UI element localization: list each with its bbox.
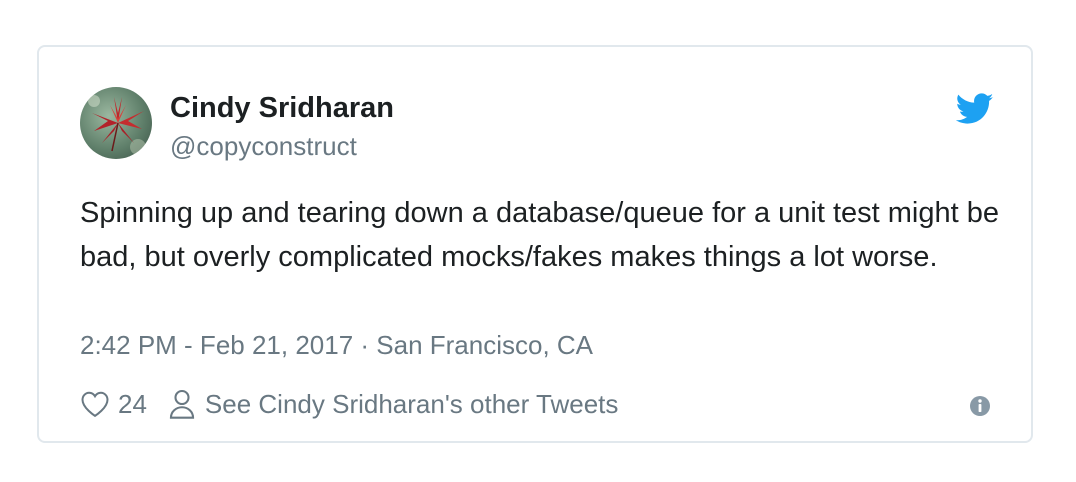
tweet-timestamp[interactable]: 2:42 PM - Feb 21, 2017 · San Francisco, … (80, 329, 593, 361)
twitter-bird-icon[interactable] (955, 93, 994, 125)
heart-icon (81, 391, 109, 418)
other-tweets-link[interactable]: See Cindy Sridharan's other Tweets (169, 388, 619, 420)
tweet-card: Cindy Sridharan @copyconstruct Spinning … (37, 45, 1033, 443)
tweet-text: Spinning up and tearing down a database/… (80, 197, 999, 273)
like-button[interactable]: 24 (80, 389, 147, 420)
author-name[interactable]: Cindy Sridharan (170, 91, 394, 125)
other-tweets-label: See Cindy Sridharan's other Tweets (204, 388, 619, 419)
person-icon (169, 389, 195, 419)
info-icon[interactable] (969, 395, 991, 417)
author-handle[interactable]: @copyconstruct (170, 130, 357, 162)
author-avatar[interactable] (80, 87, 152, 159)
tweet-actions: 24 See Cindy Sridharan's other Tweets (80, 387, 618, 421)
like-count: 24 (118, 388, 147, 419)
